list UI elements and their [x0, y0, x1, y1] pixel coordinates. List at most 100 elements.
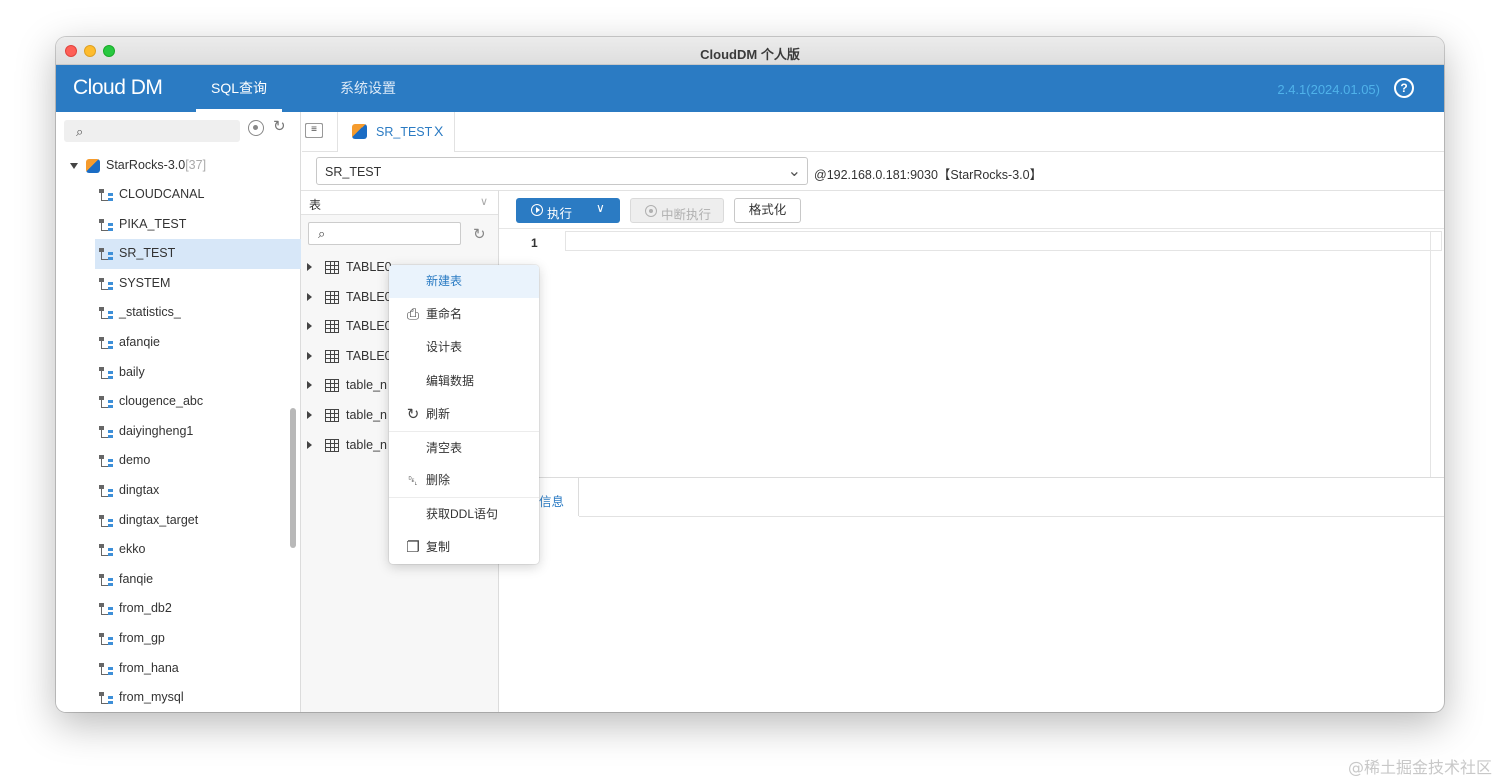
refresh-icon[interactable]: ↻	[473, 225, 486, 243]
context-menu-item[interactable]: 设计表	[389, 331, 539, 364]
context-menu-item[interactable]: ❐ 复制	[389, 531, 539, 564]
tree-item-database[interactable]: SYSTEM	[56, 269, 301, 299]
database-tree: StarRocks-3.0[37] CLOUDCANAL PIKA_TEST SR_…	[56, 150, 301, 712]
tree-item-database[interactable]: from_hana	[56, 654, 301, 684]
chevron-right-icon[interactable]	[307, 351, 312, 360]
tree-item-database[interactable]: dingtax_target	[56, 506, 301, 536]
database-icon	[98, 692, 113, 705]
tree-item-database[interactable]: afanqie	[56, 328, 301, 358]
starrocks-logo-icon	[86, 158, 100, 173]
tree-item-database[interactable]: CLOUDCANAL	[56, 180, 301, 210]
query-tab-strip: SR_TEST X	[302, 112, 1444, 152]
database-icon	[98, 455, 113, 468]
tree-item-label: CLOUDCANAL	[119, 187, 205, 201]
execute-button[interactable]: 执行 ∨	[516, 198, 620, 223]
database-icon	[98, 514, 113, 528]
copy-icon: ❐	[406, 538, 420, 556]
context-menu-item[interactable]: 清空表	[389, 430, 539, 464]
play-icon	[531, 204, 543, 216]
watermark: @稀土掘金技术社区	[1347, 758, 1492, 777]
tree-item-database[interactable]: ekko	[56, 535, 301, 565]
table-search-input[interactable]: ⌕	[308, 222, 461, 245]
chevron-right-icon[interactable]	[307, 410, 312, 419]
tree-root-starrocks[interactable]: StarRocks-3.0[37]	[56, 150, 301, 180]
chevron-right-icon[interactable]	[307, 292, 312, 301]
stop-icon	[645, 205, 657, 217]
result-divider	[579, 516, 1444, 517]
result-panel: 信息	[499, 477, 1444, 713]
context-menu-item[interactable]: ↻ 刷新	[389, 398, 539, 431]
tree-item-database[interactable]: daiyingheng1	[56, 417, 301, 447]
window-title: CloudDM 个人版	[700, 47, 800, 62]
tree-item-database[interactable]: SR_TEST	[95, 239, 301, 269]
help-icon[interactable]: ?	[1394, 78, 1414, 98]
tree-item-label: from_gp	[119, 630, 165, 645]
tab-sql-query[interactable]: SQL查询	[196, 65, 282, 112]
context-menu-label: 编辑数据	[426, 373, 475, 388]
database-select-value: SR_TEST	[325, 165, 382, 179]
stop-execution-button[interactable]: 中断执行	[630, 198, 724, 223]
tab-info-label: 信息	[539, 495, 565, 509]
chevron-down-icon[interactable]: ∨	[596, 201, 605, 215]
database-icon	[98, 307, 113, 320]
context-menu-item[interactable]: 新建表	[389, 265, 539, 299]
database-icon	[98, 248, 113, 261]
execute-label: 执行	[547, 207, 573, 221]
tree-item-label: from_db2	[119, 601, 172, 616]
tree-item-database[interactable]: demo	[56, 446, 301, 476]
database-icon	[98, 218, 113, 232]
context-menu-item[interactable]: 获取DDL语句	[389, 497, 539, 530]
editor-scrollbar[interactable]	[1430, 231, 1431, 477]
tree-scrollbar[interactable]	[290, 408, 296, 548]
chevron-right-icon[interactable]	[307, 263, 312, 271]
tab-sr-test[interactable]: SR_TEST X	[337, 112, 455, 152]
context-menu-label: 刷新	[426, 406, 451, 421]
context-menu-item[interactable]: ␡ 删除	[389, 464, 539, 497]
context-menu-label: 复制	[426, 539, 451, 554]
tree-item-database[interactable]: clougence_abc	[56, 387, 301, 417]
context-menu-item[interactable]: ⎙ 重命名	[389, 298, 539, 331]
database-select[interactable]: SR_TEST ⌄	[316, 157, 808, 185]
table-name: TABLE0	[346, 348, 392, 363]
tree-item-database[interactable]: from_gp	[56, 624, 301, 654]
tree-item-database[interactable]: _statistics_	[56, 298, 301, 328]
chevron-right-icon[interactable]	[307, 440, 312, 449]
locate-icon[interactable]	[248, 120, 264, 136]
context-menu-item[interactable]: 编辑数据	[389, 365, 539, 398]
tree-item-database[interactable]: PIKA_TEST	[56, 210, 301, 240]
tab-system-settings[interactable]: 系统设置	[328, 65, 408, 112]
chevron-down-icon[interactable]	[70, 162, 78, 169]
connection-info: @192.168.0.181:9030【StarRocks-3.0】	[814, 168, 1043, 182]
chevron-right-icon[interactable]	[307, 381, 312, 390]
tree-item-database[interactable]: fanqie	[56, 565, 301, 595]
trash-icon: ␡	[407, 473, 419, 489]
refresh-icon[interactable]: ↻	[273, 117, 286, 135]
tree-item-label: afanqie	[119, 334, 161, 349]
table-icon	[325, 349, 339, 363]
tree-item-database[interactable]: baily	[56, 358, 301, 388]
database-icon	[98, 277, 113, 291]
toggle-tree-icon[interactable]: ≡	[305, 123, 323, 138]
version-label: 2.4.1(2024.01.05)	[1277, 82, 1380, 97]
tree-item-label: baily	[119, 364, 145, 379]
sql-editor-input[interactable]	[565, 231, 1442, 251]
chevron-right-icon[interactable]	[307, 322, 312, 331]
context-menu-label: 删除	[426, 473, 451, 488]
context-menu-label: 清空表	[426, 440, 463, 455]
tree-item-label: from_hana	[119, 660, 179, 675]
tree-item-label: dingtax	[119, 482, 160, 497]
object-type-select[interactable]: 表 ∨	[301, 191, 498, 215]
tree-item-database[interactable]: dingtax	[56, 476, 301, 506]
database-icon	[98, 603, 113, 616]
database-icon	[98, 544, 113, 557]
tree-item-database[interactable]: from_mysql	[56, 683, 301, 712]
table-name: TABLE0	[346, 289, 392, 304]
format-button[interactable]: 格式化	[734, 198, 801, 223]
table-icon	[325, 408, 339, 422]
starrocks-logo-icon	[352, 124, 367, 139]
tree-item-database[interactable]: from_db2	[56, 594, 301, 624]
tree-search-input[interactable]: ⌕	[64, 120, 240, 142]
refresh-icon: ↻	[406, 405, 420, 423]
close-icon[interactable]: X	[434, 123, 443, 139]
database-icon	[98, 366, 113, 380]
